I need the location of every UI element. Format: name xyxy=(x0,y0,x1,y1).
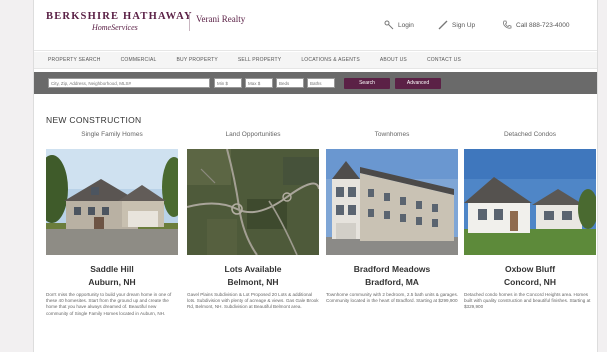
listing-photo[interactable] xyxy=(326,149,458,255)
listing-description: Gavel Plains Subdivision & Lot Proposed … xyxy=(187,292,319,310)
listing-location: Auburn, NH xyxy=(88,277,136,287)
phone-icon xyxy=(503,20,512,29)
listing-location: Belmont, NH xyxy=(227,277,279,287)
card-category: Detached Condos xyxy=(503,131,557,138)
nav-sell-property[interactable]: SELL PROPERTY xyxy=(238,57,281,63)
nav-buy-property[interactable]: BUY PROPERTY xyxy=(176,57,217,63)
nav-locations-agents[interactable]: LOCATIONS & AGENTS xyxy=(301,57,360,63)
brand-name: BERKSHIRE HATHAWAY xyxy=(46,11,193,22)
location-search-input[interactable]: City, Zip, Address, Neighborhood, MLS# xyxy=(48,78,210,88)
phone-label: Call 888-723-4000 xyxy=(516,21,570,29)
advanced-search-button[interactable]: Advanced xyxy=(395,78,441,89)
listing-location: Bradford, MA xyxy=(365,277,419,287)
agent-name: Verani Realty xyxy=(196,14,246,24)
listing-name[interactable]: Bradford Meadows xyxy=(326,264,458,274)
logo-divider xyxy=(189,13,190,31)
listing-description: Don't miss the opportunity to build your… xyxy=(46,292,172,316)
nav-commercial[interactable]: COMMERCIAL xyxy=(121,57,157,63)
page-frame: BERKSHIRE HATHAWAY HomeServices Verani R… xyxy=(33,0,598,352)
pencil-icon xyxy=(438,20,448,30)
listing-card-bradford-meadows[interactable]: Townhomes Bradford Meadows Bradford, MA … xyxy=(326,131,458,303)
signup-link[interactable]: Sign Up xyxy=(438,20,475,30)
min-price-select[interactable]: Min $ xyxy=(214,78,242,88)
main-nav: PROPERTY SEARCH COMMERCIAL BUY PROPERTY … xyxy=(34,52,597,69)
section-title: NEW CONSTRUCTION xyxy=(46,115,142,125)
signup-label: Sign Up xyxy=(452,21,476,29)
card-category: Townhomes xyxy=(374,131,410,138)
listing-description: Detached condo homes in the Concord Heig… xyxy=(464,292,591,310)
listing-name[interactable]: Oxbow Bluff xyxy=(464,264,596,274)
beds-select[interactable]: Beds xyxy=(276,78,304,88)
listing-name[interactable]: Saddle Hill xyxy=(46,264,178,274)
listing-card-oxbow-bluff[interactable]: Detached Condos Oxbow Bluff Concord, NH … xyxy=(464,131,596,309)
listing-location: Concord, NH xyxy=(504,277,556,287)
listing-name[interactable]: Lots Available xyxy=(187,264,319,274)
listing-photo[interactable] xyxy=(46,149,178,255)
phone-link[interactable]: Call 888-723-4000 xyxy=(502,20,569,30)
brand-subname: HomeServices xyxy=(92,23,138,32)
max-price-select[interactable]: Max $ xyxy=(245,78,273,88)
card-category: Single Family Homes xyxy=(81,131,143,138)
nav-property-search[interactable]: PROPERTY SEARCH xyxy=(48,57,101,63)
login-label: Login xyxy=(398,21,414,29)
login-link[interactable]: Login xyxy=(384,20,414,30)
search-bar: City, Zip, Address, Neighborhood, MLS# M… xyxy=(34,72,597,94)
listing-photo[interactable] xyxy=(464,149,596,255)
listing-description: Townhome community with 2 bedroom, 2.5 b… xyxy=(326,292,459,304)
listing-photo[interactable] xyxy=(187,149,319,255)
search-button[interactable]: Search xyxy=(344,78,390,89)
site-header: BERKSHIRE HATHAWAY HomeServices Verani R… xyxy=(34,0,597,51)
brand-logo[interactable]: BERKSHIRE HATHAWAY HomeServices xyxy=(46,11,193,32)
listing-card-saddle-hill[interactable]: Single Family Homes Saddle Hill Auburn, … xyxy=(46,131,178,316)
nav-about-us[interactable]: ABOUT US xyxy=(380,57,407,63)
listing-card-lots-available[interactable]: Land Opportunities Lots Available Belmon… xyxy=(187,131,319,309)
key-icon xyxy=(384,20,394,30)
nav-contact-us[interactable]: CONTACT US xyxy=(427,57,461,63)
card-category: Land Opportunities xyxy=(225,131,281,138)
baths-select[interactable]: Baths xyxy=(307,78,335,88)
